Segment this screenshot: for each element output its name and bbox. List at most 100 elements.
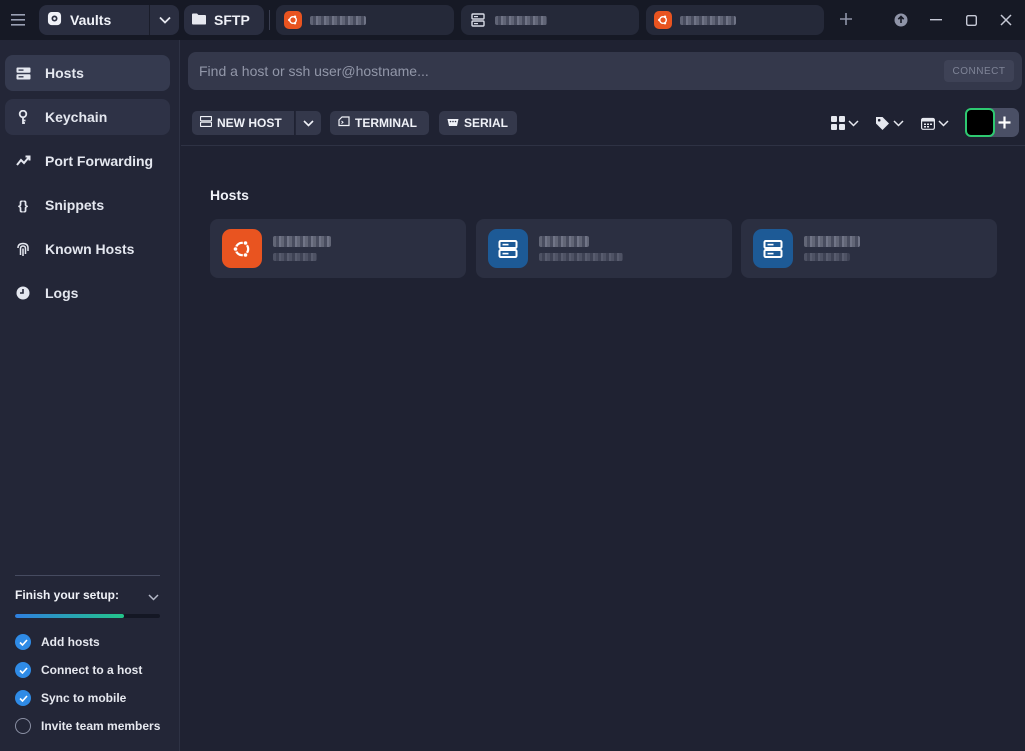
clock-icon	[15, 285, 31, 301]
redacted-host-name	[273, 236, 331, 247]
sidebar-item-label: Keychain	[45, 109, 108, 125]
server-icon	[753, 229, 793, 268]
tag-icon	[876, 116, 889, 130]
empty-circle-icon	[15, 718, 31, 734]
close-icon[interactable]	[996, 10, 1016, 30]
setup-step-label: Sync to mobile	[41, 691, 127, 705]
sidebar-item-known-hosts[interactable]: Known Hosts	[5, 231, 170, 267]
terminal-button[interactable]: TERMINAL	[330, 111, 429, 135]
setup-step-label: Connect to a host	[41, 663, 143, 677]
host-card[interactable]	[741, 219, 997, 278]
sidebar-item-hosts[interactable]: Hosts	[5, 55, 170, 91]
tab-sftp-label: SFTP	[214, 12, 250, 28]
serial-button[interactable]: SERIAL	[439, 111, 517, 135]
new-host-label: NEW HOST	[217, 116, 282, 130]
search-placeholder: Find a host or ssh user@hostname...	[199, 63, 429, 79]
check-icon	[15, 662, 31, 678]
vault-dropdown-button[interactable]	[149, 5, 179, 35]
setup-step-connect[interactable]: Connect to a host	[15, 662, 142, 678]
fingerprint-icon	[15, 241, 31, 257]
tab-sftp[interactable]: SFTP	[184, 5, 264, 35]
sidebar-item-label: Logs	[45, 285, 79, 301]
serial-label: SERIAL	[464, 116, 509, 130]
redacted-host-detail	[804, 253, 850, 261]
host-card[interactable]	[476, 219, 732, 278]
hosts-section-title: Hosts	[210, 187, 249, 203]
chevron-down-icon	[848, 119, 859, 127]
vaults-label: Vaults	[70, 12, 112, 28]
snippets-icon: {}	[17, 197, 29, 213]
folder-icon	[192, 12, 206, 28]
chevron-down-icon[interactable]	[148, 588, 159, 606]
ubuntu-icon	[284, 11, 302, 29]
grid-icon	[831, 116, 845, 130]
sidebar-item-logs[interactable]: Logs	[5, 275, 170, 311]
minimize-icon[interactable]	[926, 10, 946, 30]
plus-icon	[998, 116, 1011, 129]
sidebar-item-label: Hosts	[45, 65, 84, 81]
new-tab-plus-icon[interactable]	[836, 9, 856, 29]
tab-host-2[interactable]	[461, 5, 639, 35]
server-icon	[469, 11, 487, 29]
tag-filter-toggle[interactable]	[875, 114, 904, 132]
setup-progress-bar	[15, 614, 160, 618]
grid-view-toggle[interactable]	[831, 114, 859, 132]
terminal-icon	[338, 116, 350, 130]
port-forwarding-icon	[15, 153, 31, 169]
redacted-host-name	[539, 236, 589, 247]
tab-host-1[interactable]	[276, 5, 454, 35]
connect-button[interactable]: CONNECT	[944, 60, 1014, 82]
tab-host-3[interactable]	[646, 5, 824, 35]
tab-divider	[269, 10, 270, 30]
sort-toggle[interactable]	[921, 114, 949, 132]
redacted-host-name	[680, 15, 736, 25]
terminal-label: TERMINAL	[355, 116, 417, 130]
toolbar-divider	[181, 145, 1025, 146]
avatar[interactable]	[965, 108, 995, 137]
host-card[interactable]	[210, 219, 466, 278]
vault-switcher[interactable]: Vaults	[39, 5, 179, 35]
maximize-icon[interactable]	[961, 10, 981, 30]
redacted-host-detail	[273, 253, 317, 261]
chevron-down-icon	[893, 119, 904, 127]
ubuntu-icon	[654, 11, 672, 29]
redacted-host-name	[495, 15, 547, 25]
sidebar-item-keychain[interactable]: Keychain	[5, 99, 170, 135]
title-bar: Vaults SFTP	[0, 0, 1025, 40]
setup-title: Finish your setup:	[15, 588, 120, 602]
setup-progress-fill	[15, 614, 124, 618]
setup-step-invite[interactable]: Invite team members	[15, 718, 160, 734]
vault-icon	[47, 11, 62, 29]
new-host-dropdown-button[interactable]	[295, 111, 321, 135]
redacted-host-name	[804, 236, 860, 247]
calendar-icon	[921, 117, 935, 130]
sidebar-item-label: Port Forwarding	[45, 153, 154, 169]
setup-step-label: Add hosts	[41, 635, 100, 649]
check-icon	[15, 690, 31, 706]
hosts-icon	[15, 65, 31, 81]
setup-step-sync[interactable]: Sync to mobile	[15, 690, 126, 706]
sidebar-item-label: Known Hosts	[45, 241, 135, 257]
server-icon	[488, 229, 528, 268]
update-icon[interactable]	[891, 10, 911, 30]
chevron-down-icon	[158, 16, 171, 24]
redacted-host-detail	[539, 253, 623, 261]
hosts-icon	[199, 115, 213, 130]
key-icon	[15, 109, 31, 125]
hamburger-menu-icon[interactable]	[0, 0, 36, 40]
host-search-input[interactable]: Find a host or ssh user@hostname... CONN…	[188, 52, 1022, 90]
setup-step-label: Invite team members	[41, 719, 161, 733]
check-icon	[15, 634, 31, 650]
chevron-down-icon	[938, 119, 949, 127]
sidebar-item-label: Snippets	[45, 197, 105, 213]
new-host-button[interactable]: NEW HOST	[192, 111, 294, 135]
vaults-button[interactable]: Vaults	[39, 5, 149, 35]
chevron-down-icon	[303, 119, 314, 127]
serial-port-icon	[447, 116, 459, 130]
sidebar: Hosts Keychain Port Forwarding {} Snippe…	[0, 40, 180, 751]
redacted-host-name	[310, 15, 366, 25]
sidebar-item-snippets[interactable]: {} Snippets	[5, 187, 170, 223]
sidebar-item-port-forwarding[interactable]: Port Forwarding	[5, 143, 170, 179]
setup-step-add-hosts[interactable]: Add hosts	[15, 634, 100, 650]
setup-divider	[15, 575, 160, 576]
